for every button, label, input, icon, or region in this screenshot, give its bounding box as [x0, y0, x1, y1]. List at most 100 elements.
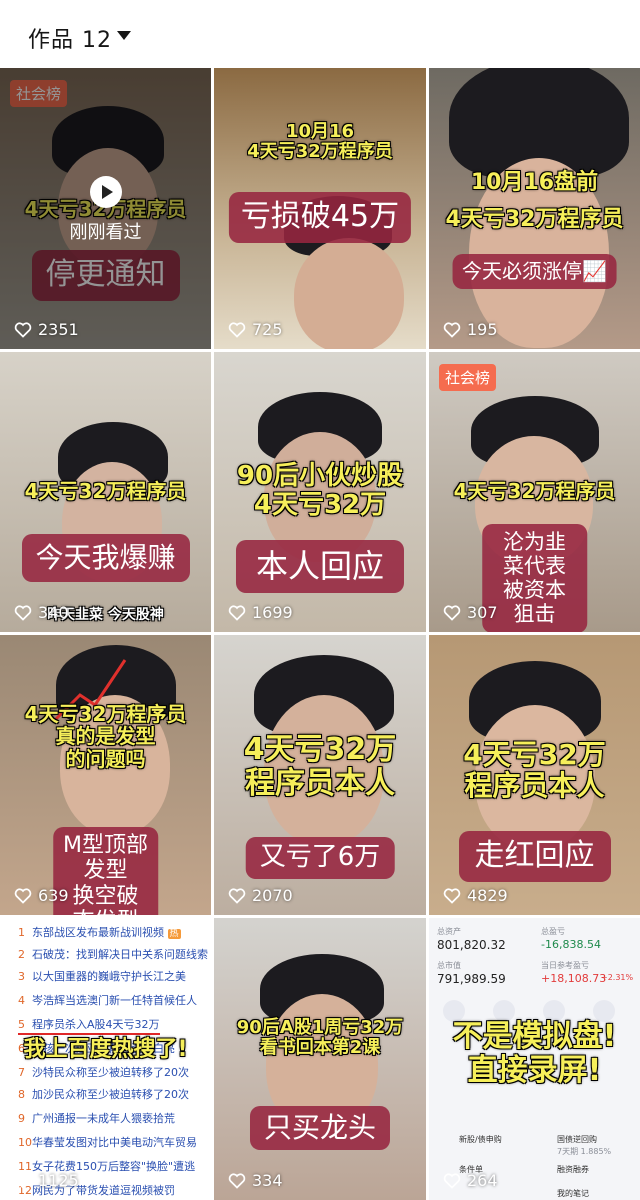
thumbnail-caption-box: 又亏了6万: [245, 837, 395, 879]
total-pnl-label: 总盈亏: [541, 927, 565, 936]
hot-search-item: 4 岑浩辉当选澳门新一任特首候任人: [18, 992, 197, 1008]
video-grid: 社会榜 4天亏32万程序员 停更通知 刚刚看过 2351 10月16 4天亏32…: [0, 68, 640, 1200]
video-tile-7[interactable]: 4天亏32万程序员 真的是发型 的问题吗 M型顶部发型 换空破态发型 639: [0, 635, 211, 915]
video-tile-1[interactable]: 社会榜 4天亏32万程序员 停更通知 刚刚看过 2351: [0, 68, 211, 349]
heart-icon: [14, 887, 32, 904]
video-tile-2[interactable]: 10月16 4天亏32万程序员 亏损破45万 725: [214, 68, 426, 349]
heart-icon: [14, 1172, 32, 1189]
like-count: 4829: [443, 886, 508, 905]
like-count: 2070: [228, 886, 293, 905]
works-count-title[interactable]: 作品 12: [28, 22, 112, 54]
like-count: 307: [443, 603, 498, 622]
hot-search-text: 广州通报一未成年人猥亵拾荒: [32, 1112, 175, 1125]
hot-search-text: 石破茂：找到解决日中关系问题线索: [32, 948, 208, 961]
thumbnail-caption-top: 4天亏32万程序员 真的是发型 的问题吗: [24, 702, 187, 771]
hot-search-text: 岑浩辉当选澳门新一任特首候任人: [32, 994, 197, 1007]
thumbnail-caption-top: 不是模拟盘! 直接录屏!: [452, 1019, 617, 1088]
like-count-value: 4829: [467, 886, 508, 905]
market-value: 791,989.59: [437, 972, 506, 986]
like-count-value: 725: [252, 320, 283, 339]
video-tile-4[interactable]: 4天亏32万程序员 今天我爆赚 昨天韭菜 今天股神 340: [0, 352, 211, 632]
video-tile-8[interactable]: 4天亏32万 程序员本人 又亏了6万 2070: [214, 635, 426, 915]
heart-icon: [443, 604, 461, 621]
thumbnail-caption-box: 今天必须涨停📈: [452, 254, 617, 289]
play-icon[interactable]: [89, 176, 122, 208]
hot-search-item-highlighted: 5 程序员杀入A股4天亏32万: [18, 1016, 160, 1035]
like-count: 264: [443, 1171, 498, 1190]
like-count-value: 340: [38, 603, 69, 622]
thumbnail-caption-box: 只买龙头: [249, 1106, 391, 1151]
thumbnail-caption-top: 4天亏32万程序员: [453, 479, 616, 503]
hot-search-text: 沙特民众称至少被迫转移了20次: [32, 1066, 189, 1079]
hot-search-item: 8 加沙民众称至少被迫转移了20次: [18, 1086, 189, 1102]
face-shape: [294, 238, 404, 349]
like-count-value: 264: [467, 1171, 498, 1190]
thumbnail-caption-box: 走红回应: [458, 831, 611, 882]
social-rank-badge: 社会榜: [439, 364, 497, 391]
like-count: 1699: [228, 603, 293, 622]
total-assets-value: 801,820.32: [437, 938, 506, 952]
video-tile-3[interactable]: 10月16盘前 4天亏32万程序员 今天必须涨停📈 195: [429, 68, 640, 349]
like-count: 340: [14, 603, 69, 622]
hot-search-text: 华春莹发图对比中美电动汽车贸易: [32, 1136, 197, 1149]
hot-search-rank: 7: [18, 1066, 25, 1079]
like-count-value: 2351: [38, 320, 79, 339]
hot-search-item: 1 东部战区发布最新战训视频 热: [18, 924, 181, 940]
hot-search-rank: 1: [18, 926, 25, 939]
like-count-value: 2070: [252, 886, 293, 905]
heart-icon: [443, 1172, 461, 1189]
hot-search-rank: 5: [18, 1018, 25, 1031]
video-tile-12[interactable]: 总资产 801,820.32 总盈亏 -16,838.54 总市值 791,98…: [429, 918, 640, 1200]
thumbnail-caption-box: 本人回应: [235, 540, 405, 593]
hot-search-rank: 10: [18, 1136, 32, 1149]
feature-label: 融资融券: [557, 1165, 589, 1174]
video-tile-10[interactable]: 1 东部战区发布最新战训视频 热 2 石破茂：找到解决日中关系问题线索 3 以大国重器…: [0, 918, 211, 1200]
video-tile-5[interactable]: 90后小伙炒股 4天亏32万 本人回应 1699: [214, 352, 426, 632]
market-value-label: 总市值: [437, 961, 461, 970]
thumbnail-caption-top: 10月16 4天亏32万程序员: [247, 121, 393, 163]
hot-search-item: 2 石破茂：找到解决日中关系问题线索: [18, 946, 208, 962]
like-count-value: 639: [38, 886, 69, 905]
hot-search-text: 程序员杀入A股4天亏32万: [32, 1018, 160, 1031]
video-tile-6[interactable]: 社会榜 4天亏32万程序员 沦为韭菜代表 被资本狙击 307: [429, 352, 640, 632]
hot-search-rank: 2: [18, 948, 25, 961]
today-pnl-value: +18,108.73: [541, 972, 607, 985]
feature-hint: 7天期 1.885%: [557, 1147, 612, 1156]
thumbnail-caption-box: 亏损破45万: [228, 192, 412, 243]
heart-icon: [443, 887, 461, 904]
like-count-value: 307: [467, 603, 498, 622]
heart-icon: [228, 1172, 246, 1189]
hot-search-item: 9 广州通报一未成年人猥亵拾荒: [18, 1110, 175, 1126]
heart-icon: [443, 321, 461, 338]
thumbnail-caption-top: 4天亏32万 程序员本人: [243, 732, 397, 801]
hot-search-rank: 9: [18, 1112, 25, 1125]
heart-icon: [14, 321, 32, 338]
hot-search-item: 3 以大国重器的巍峨守护长江之美: [18, 968, 186, 984]
video-tile-11[interactable]: 90后A股1周亏32万 看书回本第2课 只买龙头 334: [214, 918, 426, 1200]
hot-tag: 热: [167, 929, 181, 939]
like-count-value: 1699: [252, 603, 293, 622]
like-count: 334: [228, 1171, 283, 1190]
thumbnail-caption-top: 我上百度热搜了!: [23, 1037, 188, 1062]
today-pnl-percent: +2.31%: [601, 973, 634, 982]
heart-icon: [228, 321, 246, 338]
like-count-value: 334: [252, 1171, 283, 1190]
like-count-value: 1125: [38, 1171, 79, 1190]
watched-overlay: [0, 68, 211, 349]
dropdown-caret-icon[interactable]: [117, 31, 131, 40]
like-count: 1125: [14, 1171, 79, 1190]
feature-label: 国债逆回购: [557, 1135, 597, 1144]
like-count: 725: [228, 320, 283, 339]
hot-search-rank: 3: [18, 970, 25, 983]
video-tile-9[interactable]: 4天亏32万 程序员本人 走红回应 4829: [429, 635, 640, 915]
works-header: 作品 12: [0, 0, 640, 68]
feature-label: 新股/债申购: [459, 1135, 502, 1144]
total-assets-label: 总资产: [437, 927, 461, 936]
like-count: 2351: [14, 320, 79, 339]
today-pnl-label: 当日参考盈亏: [541, 961, 589, 970]
total-pnl-value: -16,838.54: [541, 938, 601, 951]
thumbnail-caption-top: 90后小伙炒股 4天亏32万: [236, 461, 404, 521]
heart-icon: [228, 887, 246, 904]
like-count: 195: [443, 320, 498, 339]
thumbnail-caption-top: 4天亏32万程序员: [24, 479, 187, 503]
